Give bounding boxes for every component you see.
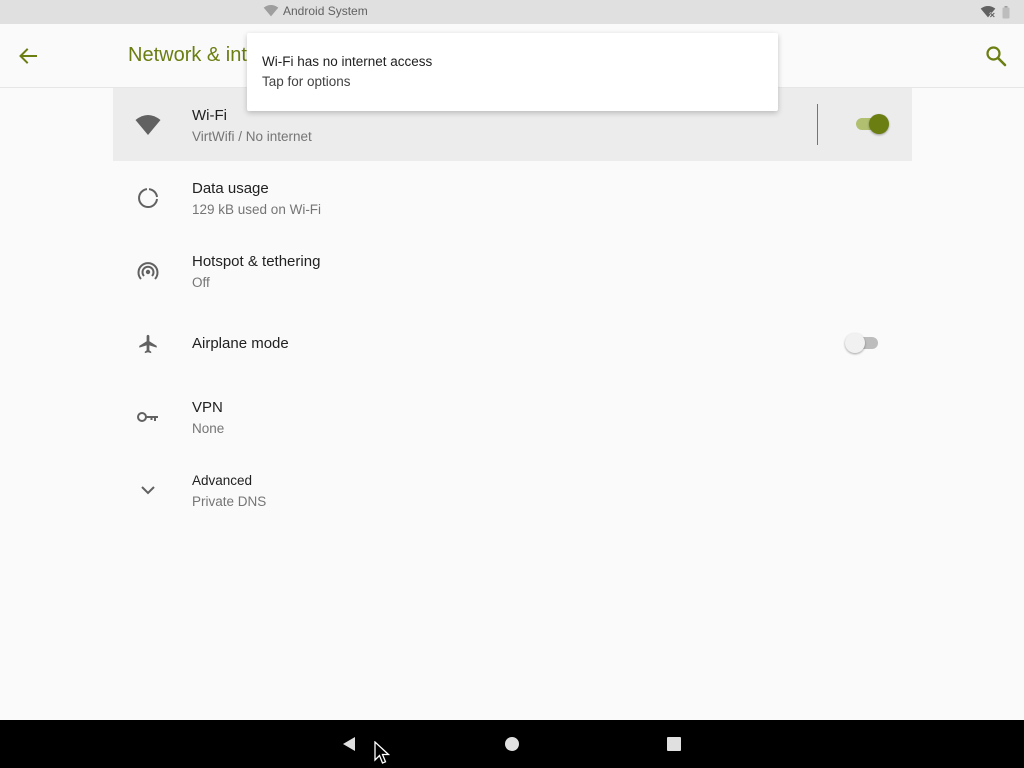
advanced-summary: Private DNS [192,494,267,509]
airplane-mode-toggle[interactable] [845,333,881,353]
hotspot-icon [135,258,161,284]
airplane-texts: Airplane mode [192,334,289,353]
nav-home-button[interactable] [500,732,524,756]
airplane-title: Airplane mode [192,335,289,352]
hotspot-summary: Off [192,275,210,290]
settings-list: Wi-Fi VirtWifi / No internet Data usage … [113,88,912,526]
vpn-texts: VPN None [192,398,224,439]
data-usage-setting[interactable]: Data usage 129 kB used on Wi-Fi [113,161,912,234]
vpn-title: VPN [192,399,223,416]
airplane-icon [135,331,161,357]
back-triangle-icon [343,737,355,751]
battery-icon [1002,5,1010,18]
nav-back-button[interactable] [337,732,361,756]
hotspot-title: Hotspot & tethering [192,253,321,270]
wifi-alert-icon [263,5,279,17]
status-notification-source: Android System [263,4,368,18]
wifi-icon [135,112,161,138]
airplane-toggle-thumb [845,333,865,353]
data-usage-title: Data usage [192,180,269,197]
wifi-toggle-thumb [869,114,889,134]
back-button[interactable] [12,40,44,72]
wifi-texts: Wi-Fi VirtWifi / No internet [192,106,312,147]
key-icon [135,404,161,430]
wifi-toggle[interactable] [853,114,889,134]
data-usage-texts: Data usage 129 kB used on Wi-Fi [192,179,321,220]
wifi-summary: VirtWifi / No internet [192,129,312,144]
status-bar: Android System [0,0,1024,24]
wifi-divider [817,104,818,145]
arrow-back-icon [19,48,37,64]
advanced-texts: Advanced Private DNS [192,471,266,512]
data-usage-summary: 129 kB used on Wi-Fi [192,202,322,217]
nav-recents-button[interactable] [662,732,686,756]
wifi-no-internet-icon [980,6,996,19]
airplane-mode-setting[interactable]: Airplane mode [113,307,912,380]
home-circle-icon [505,737,519,751]
chevron-down-icon [135,477,161,503]
status-app-name: Android System [283,4,368,18]
data-usage-icon [135,185,161,211]
mouse-cursor-icon [374,741,390,764]
vpn-setting[interactable]: VPN None [113,380,912,453]
navigation-bar [0,720,1024,768]
notification-text: Tap for options [262,74,351,89]
advanced-title: Advanced [192,473,253,488]
vpn-summary: None [192,421,225,436]
search-icon [986,46,1007,67]
hotspot-texts: Hotspot & tethering Off [192,252,320,293]
advanced-setting[interactable]: Advanced Private DNS [113,453,912,526]
hotspot-setting[interactable]: Hotspot & tethering Off [113,234,912,307]
search-button[interactable] [980,40,1012,72]
notification-title: Wi-Fi has no internet access [262,54,433,69]
recents-square-icon [667,737,681,751]
status-icons [980,5,1010,19]
heads-up-notification[interactable]: Wi-Fi has no internet access Tap for opt… [247,33,778,111]
